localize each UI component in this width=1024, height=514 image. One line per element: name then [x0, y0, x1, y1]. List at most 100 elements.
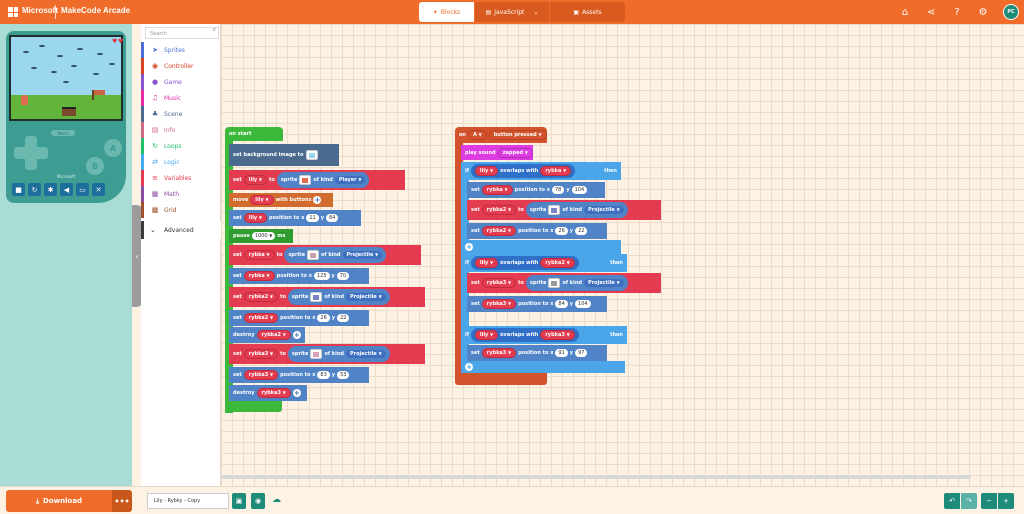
x-input[interactable]: 26 — [555, 227, 568, 235]
variable-dropdown[interactable]: rybka3 ▼ — [481, 348, 517, 358]
sound-dropdown[interactable]: zapped ▼ — [497, 147, 533, 158]
move-with-buttons-block[interactable]: move lily ▼ with buttons + — [229, 193, 333, 207]
set-rybka2-position-block[interactable]: set rybka2 ▼ position to x 26 y 22 — [467, 223, 607, 239]
share-icon[interactable]: ⋖ — [925, 6, 937, 18]
zoom-out-button[interactable]: − — [981, 493, 997, 509]
set-rybka3-position-block[interactable]: set rybka3 ▼ position to x 83 y 53 — [229, 367, 369, 383]
kind-dropdown[interactable]: Player ▼ — [334, 176, 366, 184]
set-rybka3-position-block[interactable]: set rybka3 ▼ position to x 84 y 104 — [467, 296, 607, 312]
b-button[interactable]: B — [86, 157, 104, 175]
overlaps-with-block[interactable]: lily ▼ overlaps with rybka ▼ — [470, 164, 576, 178]
set-lily-position-block[interactable]: set lily ▼ position to x 11 y 84 — [229, 210, 361, 226]
set-rybka3-sprite-block[interactable]: set rybka3 ▼ to sprite of kind Projectil… — [229, 344, 425, 364]
workspace-scrollbar[interactable] — [221, 475, 971, 479]
gear-icon[interactable]: ⚙ — [977, 6, 989, 18]
x-input[interactable]: 26 — [317, 314, 330, 322]
sprite-thumbnail[interactable] — [299, 175, 312, 185]
plus-icon[interactable]: + — [465, 363, 473, 371]
on-start-block[interactable]: on start — [225, 127, 283, 141]
sprite-thumbnail[interactable] — [306, 250, 319, 260]
variable-dropdown[interactable]: lily ▼ — [474, 258, 499, 268]
pause-block[interactable]: pause 1000 ▼ ms — [229, 229, 293, 243]
variable-dropdown[interactable]: rybka2 ▼ — [481, 205, 517, 215]
destroy-rybka3-block[interactable]: destroy rybka3 ▼ + — [229, 385, 307, 401]
variable-dropdown[interactable]: rybka3 ▼ — [256, 388, 291, 398]
play-sound-block[interactable]: play sound zapped ▼ — [461, 145, 533, 160]
variable-dropdown[interactable]: lily ▼ — [243, 175, 267, 185]
set-lily-sprite-block[interactable]: set lily ▼ to sprite of kind Player ▼ — [229, 170, 405, 190]
sprite-thumbnail[interactable] — [310, 349, 323, 359]
block-workspace[interactable]: on start set background image to set lil… — [221, 24, 1024, 486]
set-rybka-position-block[interactable]: set rybka ▼ position to x 125 y 70 — [229, 268, 369, 284]
sprite-thumbnail[interactable] — [548, 205, 561, 215]
y-input[interactable]: 97 — [575, 349, 588, 357]
y-input[interactable]: 53 — [337, 371, 350, 379]
search-input[interactable]: Search — [145, 27, 219, 39]
zoom-in-button[interactable]: + — [998, 493, 1014, 509]
sprite-of-kind-block[interactable]: sprite of kind Projectile ▼ — [525, 202, 628, 218]
y-input[interactable]: 104 — [571, 186, 588, 194]
set-rybka2-position-block[interactable]: set rybka2 ▼ position to x 26 y 22 — [229, 310, 369, 326]
variable-dropdown[interactable]: rybka3 ▼ — [481, 299, 517, 309]
avatar[interactable]: PC — [1003, 4, 1019, 20]
variable-dropdown[interactable]: rybka3 ▼ — [481, 278, 517, 288]
event-dropdown[interactable]: button pressed ▼ — [488, 130, 547, 140]
variable-dropdown[interactable]: rybka ▼ — [243, 271, 275, 281]
toolbox-advanced[interactable]: ⌄ Advanced — [141, 221, 221, 239]
if-block[interactable]: if lily ▼ overlaps with rybka ▼ then — [461, 162, 621, 180]
game-screen[interactable]: ♥ ♥ — [9, 35, 123, 121]
download-more-button[interactable]: ••• — [112, 490, 132, 512]
x-input[interactable]: 91 — [555, 349, 568, 357]
debug-button[interactable]: ✱ — [44, 183, 57, 196]
toolbox-category[interactable]: ♫ Music — [141, 90, 221, 106]
destroy-rybka2-block[interactable]: destroy rybka2 ▼ + — [229, 327, 305, 343]
variable-dropdown[interactable]: lily ▼ — [474, 166, 499, 176]
stop-button[interactable]: ■ — [12, 183, 25, 196]
set-rybka-position-block[interactable]: set rybka ▼ position to x 78 y 104 — [467, 182, 605, 198]
set-rybka3-sprite-block[interactable]: set rybka3 ▼ to sprite of kind Projectil… — [467, 273, 661, 293]
y-input[interactable]: 84 — [325, 214, 339, 222]
toolbox-category[interactable]: ↻ Loops — [141, 138, 221, 154]
sprite-of-kind-block[interactable]: sprite of kind Projectile ▼ — [287, 346, 390, 362]
x-input[interactable]: 83 — [317, 371, 330, 379]
plus-icon[interactable]: + — [292, 331, 301, 339]
variable-dropdown[interactable]: lily ▼ — [474, 330, 499, 340]
variable-dropdown[interactable]: lily ▼ — [250, 195, 274, 205]
variable-dropdown[interactable]: lily ▼ — [243, 213, 267, 223]
y-input[interactable]: 22 — [337, 314, 350, 322]
search-icon[interactable]: ⌕ — [213, 26, 216, 34]
variable-dropdown[interactable]: rybka2 ▼ — [256, 330, 291, 340]
on-button-pressed-block[interactable]: on A ▼ button pressed ▼ — [455, 127, 547, 143]
toolbox-category[interactable]: ≡ Variables — [141, 170, 221, 186]
sprite-of-kind-block[interactable]: sprite of kind Projectile ▼ — [287, 289, 390, 305]
variable-dropdown[interactable]: rybka ▼ — [540, 166, 572, 176]
keyboard-button[interactable]: ▭ — [76, 183, 89, 196]
background-image-thumbnail[interactable] — [305, 150, 318, 160]
variable-dropdown[interactable]: rybka2 ▼ — [243, 313, 279, 323]
variable-dropdown[interactable]: rybka ▼ — [481, 185, 513, 195]
sprite-thumbnail[interactable] — [548, 278, 561, 288]
download-button[interactable]: ⤓ Download — [6, 490, 112, 512]
toolbox-category[interactable]: ● Game — [141, 74, 221, 90]
app-title[interactable]: MakeCode Arcade — [61, 6, 130, 15]
mute-button[interactable]: ◀ — [60, 183, 73, 196]
kind-dropdown[interactable]: Projectile ▼ — [583, 206, 624, 214]
kind-dropdown[interactable]: Projectile ▼ — [583, 279, 624, 287]
y-input[interactable]: 104 — [575, 300, 591, 308]
variable-dropdown[interactable]: rybka ▼ — [243, 250, 275, 260]
dpad[interactable] — [14, 136, 48, 170]
set-rybka2-sprite-block[interactable]: set rybka2 ▼ to sprite of kind Projectil… — [229, 287, 425, 307]
chevron-down-icon[interactable]: ⌄ — [533, 9, 538, 16]
plus-icon[interactable]: + — [465, 243, 473, 251]
x-input[interactable]: 11 — [306, 214, 319, 222]
undo-button[interactable]: ↶ — [944, 493, 960, 509]
plus-icon[interactable]: + — [313, 196, 322, 204]
kind-dropdown[interactable]: Projectile ▼ — [345, 293, 386, 301]
github-button[interactable]: ◉ — [251, 493, 265, 509]
toolbox-category[interactable]: ⇄ Logic — [141, 154, 221, 170]
toolbox-category[interactable]: ▤ Info — [141, 122, 221, 138]
save-button[interactable]: ▣ — [232, 493, 246, 509]
overlaps-with-block[interactable]: lily ▼ overlaps with rybka2 ▼ — [470, 256, 579, 270]
tab-blocks[interactable]: ✦ Blocks — [419, 2, 474, 22]
variable-dropdown[interactable]: rybka2 ▼ — [481, 226, 517, 236]
